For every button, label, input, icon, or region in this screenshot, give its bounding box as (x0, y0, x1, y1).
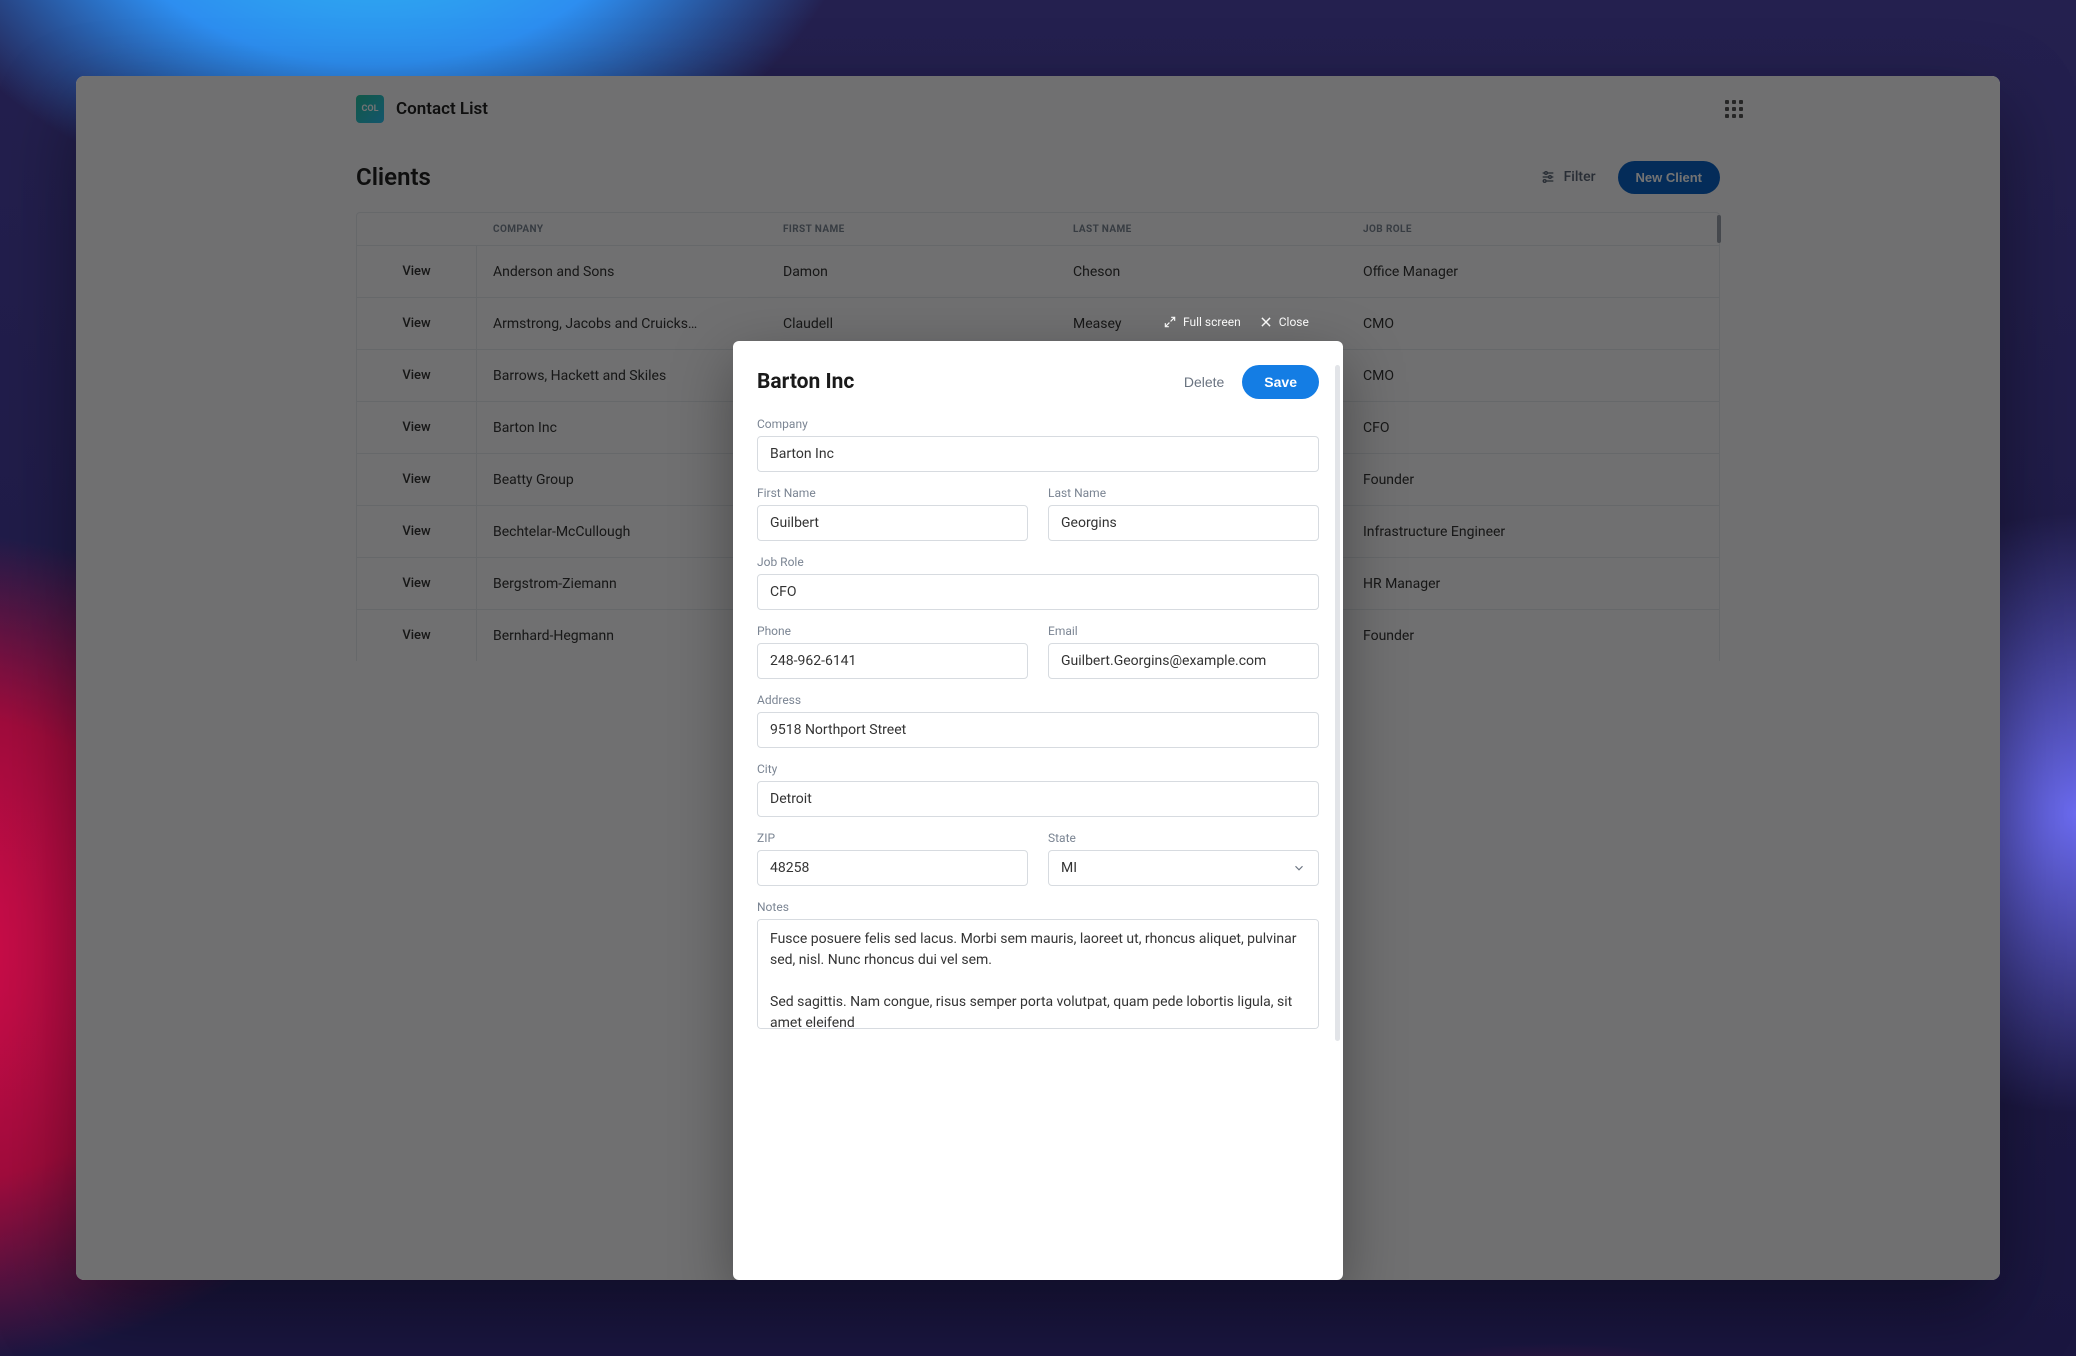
close-button[interactable]: Close (1259, 315, 1309, 329)
modal-window-controls: Full screen Close (1163, 315, 1309, 329)
first-name-input[interactable] (757, 505, 1028, 541)
zip-label: ZIP (757, 831, 1028, 845)
close-label: Close (1279, 315, 1309, 329)
city-input[interactable] (757, 781, 1319, 817)
fullscreen-button[interactable]: Full screen (1163, 315, 1241, 329)
email-input[interactable] (1048, 643, 1319, 679)
modal-header: Barton Inc Delete Save (757, 365, 1319, 399)
state-value: MI (1061, 860, 1077, 876)
city-label: City (757, 762, 1319, 776)
address-label: Address (757, 693, 1319, 707)
fullscreen-label: Full screen (1183, 315, 1241, 329)
zip-input[interactable] (757, 850, 1028, 886)
email-label: Email (1048, 624, 1319, 638)
app-window: COL Contact List Clients Filter New Clie… (76, 76, 2000, 1280)
job-role-label: Job Role (757, 555, 1319, 569)
job-role-input[interactable] (757, 574, 1319, 610)
address-input[interactable] (757, 712, 1319, 748)
fullscreen-icon (1163, 315, 1177, 329)
first-name-label: First Name (757, 486, 1028, 500)
modal-title: Barton Inc (757, 370, 854, 394)
save-button[interactable]: Save (1242, 365, 1319, 399)
notes-label: Notes (757, 900, 1319, 914)
notes-textarea[interactable] (757, 919, 1319, 1029)
state-label: State (1048, 831, 1319, 845)
delete-button[interactable]: Delete (1184, 374, 1224, 390)
state-select[interactable]: MI (1048, 850, 1319, 886)
close-icon (1259, 315, 1273, 329)
company-label: Company (757, 417, 1319, 431)
chevron-down-icon (1292, 861, 1306, 875)
last-name-label: Last Name (1048, 486, 1319, 500)
last-name-input[interactable] (1048, 505, 1319, 541)
company-input[interactable] (757, 436, 1319, 472)
edit-client-modal: Barton Inc Delete Save Company First Nam… (733, 341, 1343, 1280)
modal-scrollbar[interactable] (1335, 365, 1340, 1041)
phone-label: Phone (757, 624, 1028, 638)
phone-input[interactable] (757, 643, 1028, 679)
